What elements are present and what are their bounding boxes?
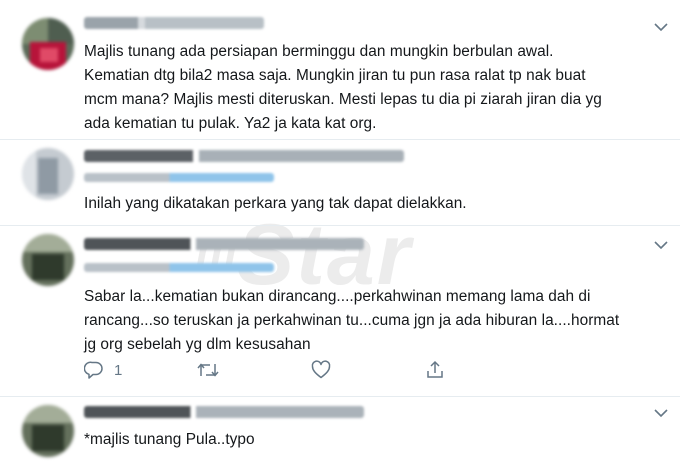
like-button[interactable] xyxy=(311,358,331,382)
blurred-user-name[interactable] xyxy=(84,17,264,29)
tweet-text: *majlis tunang Pula..typo xyxy=(84,431,255,448)
blurred-replying-to[interactable] xyxy=(84,263,274,272)
share-button[interactable] xyxy=(425,358,445,382)
tweet-1[interactable]: Majlis tunang ada persiapan berminggu da… xyxy=(0,0,680,139)
blurred-replying-to[interactable] xyxy=(84,173,274,182)
blurred-user-name[interactable] xyxy=(84,150,404,162)
retweet-button[interactable] xyxy=(196,358,220,382)
chevron-down-icon[interactable] xyxy=(652,20,670,34)
tweet-4[interactable]: *majlis tunang Pula..typo xyxy=(0,397,680,473)
blurred-user-name[interactable] xyxy=(84,238,364,250)
reply-icon xyxy=(84,360,104,380)
tweet-2[interactable]: Inilah yang dikatakan perkara yang tak d… xyxy=(0,140,680,225)
avatar[interactable] xyxy=(22,405,74,457)
chevron-down-icon[interactable] xyxy=(652,406,670,420)
avatar[interactable] xyxy=(22,18,74,70)
share-icon xyxy=(425,360,445,380)
reply-count: 1 xyxy=(114,361,123,379)
avatar[interactable] xyxy=(22,148,74,200)
reply-button[interactable]: 1 xyxy=(84,358,122,382)
tweet-text: Inilah yang dikatakan perkara yang tak d… xyxy=(84,195,467,212)
tweet-text: Sabar la...kematian bukan dirancang....p… xyxy=(84,288,620,353)
chevron-down-icon[interactable] xyxy=(652,238,670,252)
retweet-icon xyxy=(196,360,220,380)
like-icon xyxy=(311,360,331,380)
blurred-user-name[interactable] xyxy=(84,406,364,418)
tweet-text: Majlis tunang ada persiapan berminggu da… xyxy=(84,43,602,132)
avatar[interactable] xyxy=(22,234,74,286)
tweet-3[interactable]: Sabar la...kematian bukan dirancang....p… xyxy=(0,226,680,396)
